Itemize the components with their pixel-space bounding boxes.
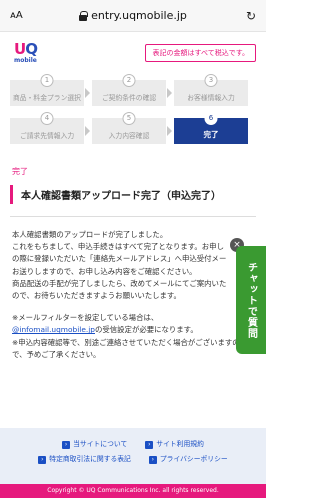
chevron-right-icon (167, 88, 172, 98)
chat-question-button[interactable]: チャットで質問 (236, 246, 266, 354)
completion-message: 本人確認書類のアップロードが完了しました。 これをもちまして、申込手続きはすべて… (12, 230, 240, 359)
arrow-right-icon: › (145, 441, 154, 449)
lock-icon (79, 10, 89, 21)
text-size-button[interactable]: ᴀA (10, 10, 40, 21)
tax-note-badge: 表記の金額はすべて税込です。 (145, 44, 256, 62)
step-4: 4 ご請求先情報入力 (10, 112, 90, 144)
step-5: 5 入力内容確認 (92, 112, 172, 144)
url-text: entry.uqmobile.jp (91, 9, 187, 22)
uq-mobile-logo[interactable]: UQ mobile (14, 42, 46, 64)
chevron-right-icon (85, 88, 90, 98)
step-2: 2 ご契約条件の確認 (92, 74, 172, 106)
footer-link-terms[interactable]: › サイト利用規約 (145, 438, 204, 449)
breadcrumb: 完了 (12, 167, 28, 176)
footer-link-about[interactable]: › 当サイトについて (62, 438, 127, 449)
arrow-right-icon: › (62, 441, 71, 449)
step-1: 1 商品・料金プラン選択 (10, 74, 90, 106)
footer-link-privacy[interactable]: › プライバシーポリシー (148, 453, 228, 464)
chevron-right-icon (167, 126, 172, 136)
copyright: Copyright © UQ Communications Inc. all r… (0, 484, 266, 498)
site-header: UQ mobile 表記の金額はすべて税込です。 (0, 32, 266, 74)
step-6-current: 6 完了 (174, 112, 248, 144)
arrow-right-icon: › (148, 456, 157, 464)
progress-steps: 1 商品・料金プラン選択 2 ご契約条件の確認 3 お客様情報入力 4 ご請求先… (0, 74, 266, 144)
chevron-right-icon (85, 126, 90, 136)
arrow-right-icon: › (38, 456, 47, 464)
footer-links: › 当サイトについて › サイト利用規約 › 特定商取引法に関する表記 › プライバシー… (0, 428, 266, 484)
url-field[interactable]: entry.uqmobile.jp (40, 9, 226, 22)
step-3: 3 お客様情報入力 (174, 74, 248, 106)
footer-link-commerce-act[interactable]: › 特定商取引法に関する表記 (38, 453, 131, 464)
reload-icon[interactable]: ↻ (226, 9, 256, 23)
browser-address-bar: ᴀA entry.uqmobile.jp ↻ (0, 0, 266, 32)
page-title: 本人確認書類アップロード完了（申込完了） (21, 191, 221, 202)
mail-domain-link[interactable]: @infomail.uqmobile.jp (12, 325, 95, 334)
page-title-box: 本人確認書類アップロード完了（申込完了） (10, 185, 256, 204)
